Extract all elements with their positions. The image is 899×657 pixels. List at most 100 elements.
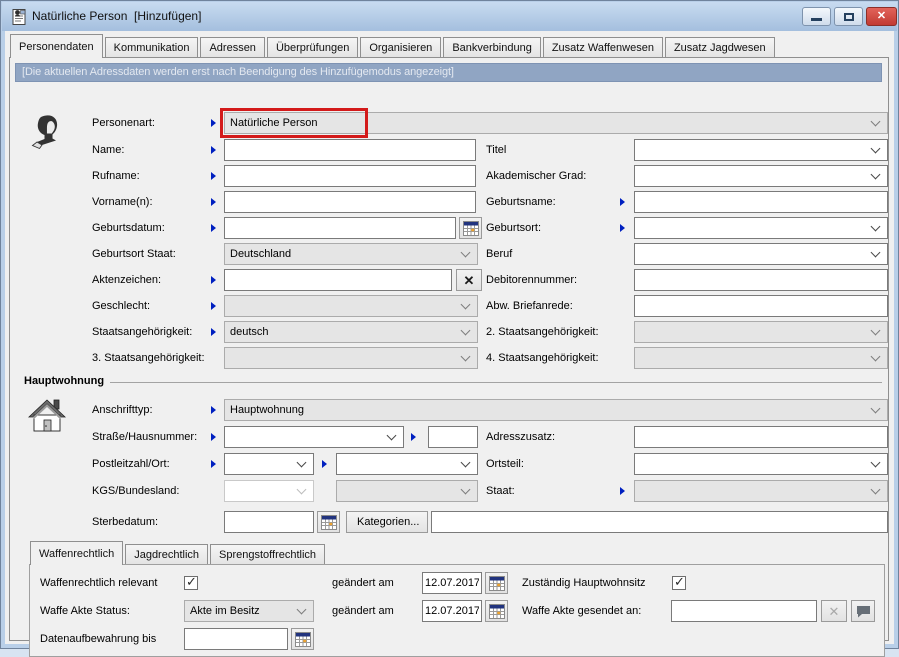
staatsangehoerigkeit2-label: 2. Staatsangehörigkeit: — [486, 321, 599, 343]
geburtsort-combo[interactable] — [634, 217, 888, 239]
maximize-button[interactable] — [834, 7, 863, 26]
red-annotation-box — [220, 108, 368, 138]
debitorennummer-input[interactable] — [634, 269, 888, 291]
tab-kommunikation[interactable]: Kommunikation — [105, 37, 199, 58]
strasse-combo[interactable] — [224, 426, 404, 448]
staatsangehoerigkeit4-combo[interactable] — [634, 347, 888, 369]
geaendert-am-label-1: geändert am — [332, 572, 394, 594]
geschlecht-combo[interactable] — [224, 295, 478, 317]
gesendet-an-comment-button[interactable] — [851, 600, 875, 622]
strasse-hausnummer-label: Straße/Hausnummer: — [92, 426, 197, 448]
geaendert-am-calendar-button-1[interactable] — [485, 572, 508, 594]
sterbedatum-input[interactable] — [224, 511, 314, 533]
staatsangehoerigkeit2-combo[interactable] — [634, 321, 888, 343]
calendar-icon — [489, 604, 505, 619]
tab-waffenrechtlich[interactable]: Waffenrechtlich — [30, 541, 123, 565]
house-icon — [26, 396, 68, 443]
geaendert-am-date-2[interactable] — [422, 600, 482, 622]
dialog-window: Natürliche Person [Hinzufügen] ✕ Persone… — [0, 0, 899, 649]
postleitzahl-combo[interactable] — [224, 453, 314, 475]
geburtsdatum-input[interactable] — [224, 217, 456, 239]
tab-organisieren[interactable]: Organisieren — [360, 37, 441, 58]
staatsangehoerigkeit-combo[interactable]: deutsch — [224, 321, 478, 343]
geaendert-am-calendar-button-2[interactable] — [485, 600, 508, 622]
waffenrechtlich-relevant-checkbox[interactable]: ✓ — [184, 576, 198, 590]
kategorien-input[interactable] — [431, 511, 888, 533]
tab-sprengstoffrechtlich[interactable]: Sprengstoffrechtlich — [210, 544, 325, 565]
anschrifttyp-combo[interactable]: Hauptwohnung — [224, 399, 888, 421]
titel-label: Titel — [486, 139, 506, 161]
required-arrow-icon — [211, 328, 216, 336]
checkmark-icon: ✓ — [674, 574, 685, 590]
main-tab-strip: Personendaten Kommunikation Adressen Übe… — [10, 35, 775, 58]
required-arrow-icon — [620, 224, 625, 232]
staatsangehoerigkeit4-label: 4. Staatsangehörigkeit: — [486, 347, 599, 369]
hausnummer-input[interactable] — [428, 426, 478, 448]
close-icon: ✕ — [877, 10, 886, 22]
gesendet-an-clear-button[interactable]: ✕ — [821, 600, 847, 622]
waffe-akte-gesendet-an-label: Waffe Akte gesendet an: — [522, 600, 641, 622]
required-arrow-icon — [211, 119, 216, 127]
waffe-akte-status-value: Akte im Besitz — [190, 601, 260, 621]
chevron-down-icon — [461, 300, 471, 310]
datenaufbewahrung-calendar-button[interactable] — [291, 628, 314, 650]
ort-combo[interactable] — [336, 453, 478, 475]
geschlecht-label: Geschlecht: — [92, 295, 150, 317]
staatsangehoerigkeit3-combo[interactable] — [224, 347, 478, 369]
geburtsort-label: Geburtsort: — [486, 217, 541, 239]
kgs-combo[interactable] — [224, 480, 314, 502]
kategorien-button[interactable]: Kategorien... — [346, 511, 428, 533]
tab-zusatz-waffenwesen[interactable]: Zusatz Waffenwesen — [543, 37, 663, 58]
titel-combo[interactable] — [634, 139, 888, 161]
geburtsort-staat-label: Geburtsort Staat: — [92, 243, 176, 265]
required-arrow-icon — [211, 276, 216, 284]
chevron-down-icon — [871, 352, 881, 362]
waffe-akte-status-combo[interactable]: Akte im Besitz — [184, 600, 314, 622]
geburtsort-staat-combo[interactable]: Deutschland — [224, 243, 478, 265]
staatsangehoerigkeit3-label: 3. Staatsangehörigkeit: — [92, 347, 205, 369]
calendar-icon — [489, 576, 505, 591]
akademischer-grad-combo[interactable] — [634, 165, 888, 187]
geburtsdatum-calendar-button[interactable] — [459, 217, 482, 239]
waffe-akte-gesendet-an-input[interactable] — [671, 600, 817, 622]
hauptwohnung-section-header: Hauptwohnung — [24, 370, 104, 392]
aktenzeichen-input[interactable] — [224, 269, 452, 291]
legal-tab-strip: Waffenrechtlich Jagdrechtlich Sprengstof… — [30, 542, 325, 565]
anschrifttyp-label: Anschrifttyp: — [92, 399, 153, 421]
ortsteil-combo[interactable] — [634, 453, 888, 475]
minimize-button[interactable] — [802, 7, 831, 26]
person-document-icon — [10, 8, 28, 26]
clear-x-icon: ✕ — [464, 274, 475, 287]
abw-briefanrede-label: Abw. Briefanrede: — [486, 295, 573, 317]
rufname-input[interactable] — [224, 165, 476, 187]
staat-combo[interactable] — [634, 480, 888, 502]
abw-briefanrede-input[interactable] — [634, 295, 888, 317]
section-divider — [110, 382, 882, 383]
tab-jagdrechtlich[interactable]: Jagdrechtlich — [125, 544, 208, 565]
beruf-combo[interactable] — [634, 243, 888, 265]
maximize-icon — [844, 13, 854, 21]
required-arrow-icon — [211, 172, 216, 180]
comment-bubble-icon — [856, 605, 871, 618]
zustaendig-hauptwohnsitz-checkbox[interactable]: ✓ — [672, 576, 686, 590]
close-button[interactable]: ✕ — [866, 7, 897, 26]
anschrifttyp-value: Hauptwohnung — [230, 400, 304, 420]
tab-zusatz-jagdwesen[interactable]: Zusatz Jagdwesen — [665, 37, 775, 58]
required-arrow-icon — [211, 406, 216, 414]
datenaufbewahrung-input[interactable] — [184, 628, 288, 650]
geburtsname-input[interactable] — [634, 191, 888, 213]
bundesland-combo[interactable] — [336, 480, 478, 502]
datenaufbewahrung-label: Datenaufbewahrung bis — [40, 628, 156, 650]
vorname-input[interactable] — [224, 191, 476, 213]
geaendert-am-date-1[interactable] — [422, 572, 482, 594]
name-input[interactable] — [224, 139, 476, 161]
tab-personendaten[interactable]: Personendaten — [10, 34, 103, 58]
sterbedatum-calendar-button[interactable] — [317, 511, 340, 533]
tab-adressen[interactable]: Adressen — [200, 37, 264, 58]
tab-ueberpruefungen[interactable]: Überprüfungen — [267, 37, 358, 58]
chevron-down-icon — [871, 485, 881, 495]
aktenzeichen-clear-button[interactable]: ✕ — [456, 269, 482, 291]
required-arrow-icon — [211, 433, 216, 441]
tab-bankverbindung[interactable]: Bankverbindung — [443, 37, 541, 58]
adresszusatz-input[interactable] — [634, 426, 888, 448]
